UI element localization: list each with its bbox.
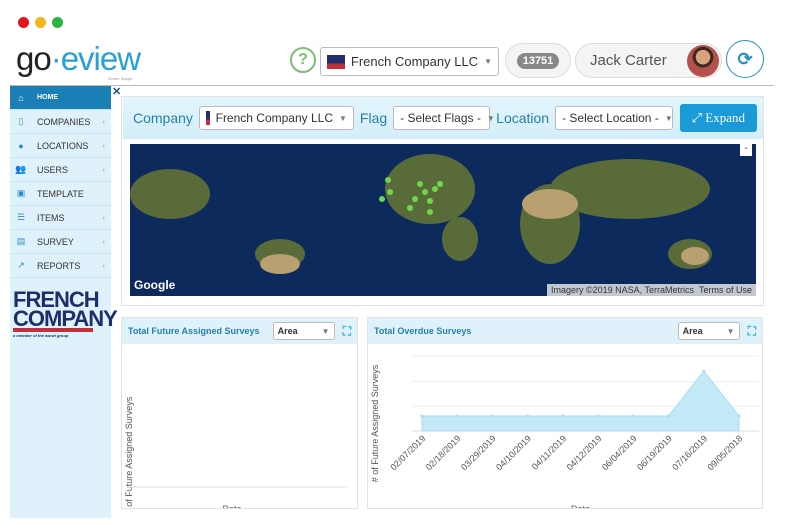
sidebar: ⌂ HOME ▯ COMPANIES ‹ ● LOCATIONS ‹ 👥 USERS ‹ ▣ T…	[10, 86, 118, 518]
data-point	[526, 414, 530, 418]
line-chart-icon: ↗	[17, 260, 25, 270]
sidebar-item-template[interactable]: ▣ TEMPLATE	[10, 182, 111, 206]
fullscreen-icon[interactable]: ⛶	[343, 324, 351, 339]
y-axis-label: # of Future Assigned Surveys	[124, 396, 134, 508]
x-axis-label: Date	[571, 504, 590, 508]
x-tick-label: 04/12/2019	[565, 433, 604, 472]
survey-icon: ▤	[16, 236, 26, 246]
terms-of-use-link[interactable]: Terms of Use	[699, 285, 752, 295]
x-tick-label: 07/16/2019	[670, 433, 709, 472]
data-point	[490, 414, 494, 418]
building-icon: ▯	[18, 116, 24, 126]
data-point	[561, 414, 565, 418]
user-menu[interactable]: Jack Carter	[575, 43, 722, 78]
avatar	[687, 45, 719, 77]
header-divider	[10, 85, 774, 86]
home-icon: ⌂	[18, 92, 24, 103]
future-assigned-chart-panel: Total Future Assigned Surveys Area ▼ ⛶ # of…	[121, 317, 358, 514]
french-company-logo: FRENCH COMPANY a member of the wanzl gro…	[13, 287, 118, 338]
overdue-chart: # of Future Assigned Surveys Date 02/07/20…	[370, 355, 759, 514]
x-tick-label: 03/29/2019	[459, 433, 498, 472]
refresh-icon[interactable]: ⟳	[726, 40, 764, 78]
map-marker-icon: ●	[18, 140, 24, 151]
x-tick-label: 04/11/2019	[530, 433, 568, 471]
company-flag-icon	[205, 111, 210, 125]
x-tick-label: 09/05/2018	[705, 433, 744, 472]
x-axis-label: Date	[222, 504, 241, 508]
sidebar-item-users[interactable]: 👥 USERS ‹	[10, 158, 111, 182]
help-icon[interactable]: ?	[290, 47, 316, 73]
close-window-dot[interactable]	[18, 17, 29, 28]
chart-type-select[interactable]: Area ▼	[272, 322, 335, 340]
chart-type-select[interactable]: Area ▼	[677, 322, 740, 340]
maximize-window-dot[interactable]	[52, 17, 63, 28]
x-tick-label: 06/04/2019	[600, 433, 639, 472]
sidebar-item-items[interactable]: ☰ ITEMS ‹	[10, 206, 111, 230]
sidebar-item-companies[interactable]: ▯ COMPANIES ‹	[10, 110, 111, 134]
goeview-logo: go·eview Onsite Insight	[16, 40, 141, 81]
sidebar-item-locations[interactable]: ● LOCATIONS ‹	[10, 134, 111, 158]
chart-title: Total Overdue Surveys	[374, 326, 472, 336]
map-zoom-out-button[interactable]: -	[740, 144, 752, 156]
y-axis-label: # of Future Assigned Surveys	[370, 364, 380, 482]
list-icon: ☰	[16, 212, 26, 222]
google-logo: Google	[134, 278, 176, 292]
x-tick-label: 02/07/2019	[388, 433, 427, 472]
area-series	[421, 370, 740, 432]
overdue-chart-panel: Total Overdue Surveys Area ▼ ⛶ # of Future …	[367, 317, 763, 514]
map-imagery	[130, 154, 712, 274]
data-point	[667, 414, 671, 418]
sidebar-item-reports[interactable]: ↗ REPORTS ‹	[10, 254, 111, 278]
x-tick-label: 06/19/2019	[635, 433, 674, 472]
users-icon: 👥	[15, 164, 27, 174]
future-assigned-chart: # of Future Assigned Surveys Date	[124, 396, 347, 514]
expand-icon: ⤢	[691, 110, 706, 125]
fullscreen-icon[interactable]: ⛶	[748, 324, 756, 339]
data-point	[455, 414, 459, 418]
notification-count[interactable]: 13751	[505, 43, 571, 78]
template-icon: ▣	[16, 188, 26, 198]
company-flag-icon	[327, 54, 345, 69]
x-tick-label: 04/10/2019	[494, 433, 533, 472]
x-tick-label: 02/18/2019	[424, 433, 463, 472]
sidebar-item-survey[interactable]: ▤ SURVEY ‹	[10, 230, 111, 254]
location-select[interactable]: - Select Location - ▼	[555, 106, 674, 130]
flag-select[interactable]: - Select Flags - ▼	[393, 106, 495, 130]
expand-button[interactable]: ⤢ Expand	[679, 104, 757, 132]
company-select[interactable]: French Company LLC ▼	[198, 106, 354, 130]
data-point	[702, 369, 706, 373]
data-point	[596, 414, 600, 418]
map-attribution: Imagery ©2019 NASA, TerraMetrics Terms o…	[546, 284, 756, 296]
data-point	[420, 414, 424, 418]
filter-bar: Company French Company LLC ▼ Flag - Selec…	[123, 97, 763, 139]
sidebar-item-home[interactable]: ⌂ HOME	[10, 86, 111, 110]
header-company-select[interactable]: French Company LLC ▼	[320, 47, 499, 76]
data-point	[631, 414, 635, 418]
world-map[interactable]: - Google Imagery ©2019 NASA, TerraMetric…	[130, 144, 756, 296]
data-point	[737, 414, 741, 418]
chart-title: Total Future Assigned Surveys	[128, 326, 260, 336]
minimize-window-dot[interactable]	[35, 17, 46, 28]
close-sidebar-icon[interactable]: ✕	[112, 85, 121, 98]
